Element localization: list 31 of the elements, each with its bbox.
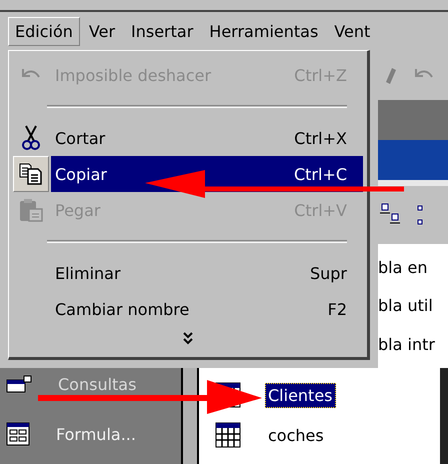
query-icon: [6, 374, 32, 394]
list-item[interactable]: bla intr: [378, 335, 448, 354]
menu-item-label: Copiar: [55, 164, 107, 184]
menu-title[interactable]: Insertar: [124, 16, 200, 46]
table-name[interactable]: Clientes: [265, 382, 336, 408]
menu-title[interactable]: Ver: [82, 16, 122, 46]
copy-icon: [19, 163, 43, 186]
form-icon: [6, 422, 30, 446]
menu-title[interactable]: Edición: [8, 16, 80, 46]
menu-item-label: Cortar: [55, 128, 106, 148]
menu-title[interactable]: Vent: [327, 16, 378, 46]
shortcut-label: Supr: [310, 264, 347, 283]
menu-item-label: Eliminar: [55, 264, 121, 283]
list-item[interactable]: bla en: [378, 258, 448, 277]
menu-item-label: Cambiar nombre: [55, 300, 190, 319]
menu-item[interactable]: Eliminar Supr: [51, 255, 363, 292]
shortcut-label: Ctrl+X: [294, 128, 347, 148]
menu-item[interactable]: Cambiar nombre F2: [51, 291, 363, 328]
shortcut-label: F2: [328, 300, 347, 319]
table-name[interactable]: coches: [265, 422, 327, 448]
shortcut-label: Ctrl+C: [294, 164, 347, 184]
title-bar: [378, 100, 448, 140]
table-icon: [215, 422, 241, 448]
scrollbar[interactable]: [181, 368, 199, 464]
sidebar-item[interactable]: Formula...: [56, 424, 136, 444]
scissors-icon: [21, 125, 41, 152]
clipboard-icon: [19, 198, 43, 222]
menu-title[interactable]: Herramientas: [202, 16, 326, 46]
menu-item[interactable]: Cortar Ctrl+X: [51, 120, 363, 156]
list-item[interactable]: bla util: [378, 296, 448, 316]
window-title-bar: [378, 140, 448, 180]
